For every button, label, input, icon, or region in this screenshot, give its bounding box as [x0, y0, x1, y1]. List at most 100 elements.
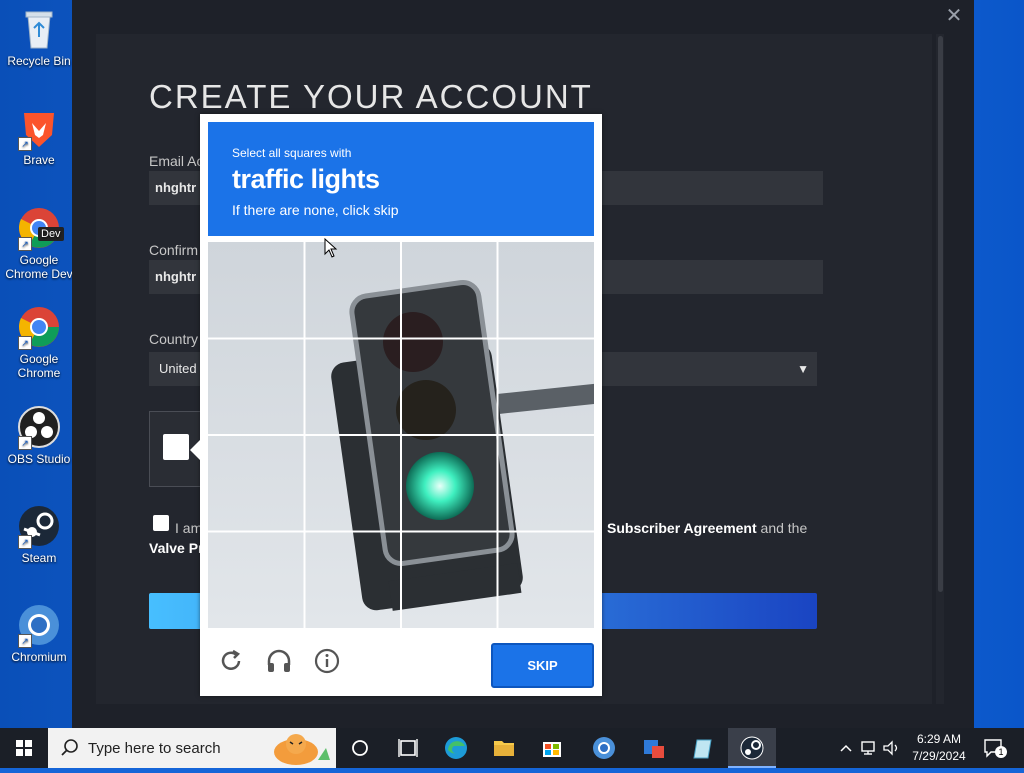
steam-icon	[740, 736, 764, 760]
start-button[interactable]	[0, 728, 48, 768]
desktop-icon-label: Brave	[23, 153, 55, 167]
shortcut-arrow-icon: ↗	[18, 237, 32, 251]
cortana-button[interactable]	[336, 728, 384, 768]
network-icon	[861, 741, 875, 755]
steam-icon: ↗	[16, 503, 62, 549]
taskbar-store[interactable]	[528, 728, 576, 768]
grid-cell[interactable]	[208, 242, 304, 338]
info-icon[interactable]	[312, 646, 342, 676]
edge-icon	[445, 737, 467, 759]
grid-cell[interactable]	[402, 436, 498, 532]
hcaptcha-challenge: Select all squares with traffic lights I…	[190, 114, 602, 696]
grid-cell[interactable]	[499, 436, 594, 532]
task-view-icon	[398, 739, 418, 757]
scrollbar-thumb[interactable]	[938, 36, 943, 592]
grid-cell[interactable]	[305, 242, 401, 338]
recycle-bin-icon	[16, 6, 62, 52]
volume-icon	[883, 740, 898, 756]
task-view-button[interactable]	[384, 728, 432, 768]
grid-cell[interactable]	[402, 533, 498, 628]
challenge-image-grid	[208, 242, 594, 628]
grid-cell[interactable]	[208, 339, 304, 435]
subscriber-agreement-link[interactable]: Subscriber Agreement	[607, 520, 757, 536]
shortcut-arrow-icon: ↗	[18, 634, 32, 648]
folder-icon	[494, 741, 514, 756]
grid-cell[interactable]	[499, 533, 594, 628]
grid-cell[interactable]	[208, 533, 304, 628]
app-icon	[644, 740, 664, 758]
network-button[interactable]	[860, 738, 880, 761]
notepad-icon	[693, 739, 712, 759]
prompt-target: traffic lights	[232, 164, 380, 194]
email-label: Email Ac	[149, 153, 204, 169]
agree-suffix: and the	[760, 520, 808, 536]
volume-button[interactable]	[882, 738, 902, 761]
desktop-icon-label: Chrome Dev	[5, 267, 73, 281]
taskbar-file-explorer[interactable]	[480, 728, 528, 768]
page-title: CREATE YOUR ACCOUNT	[149, 78, 593, 115]
grid-cell[interactable]	[402, 339, 498, 435]
desktop-icon-label: Chrome	[17, 366, 61, 380]
show-hidden-icons-button[interactable]	[838, 738, 854, 761]
taskbar-app[interactable]	[630, 728, 678, 768]
chromium-icon	[593, 737, 615, 759]
search-highlight-tiger-icon	[260, 730, 334, 766]
taskbar-search-box[interactable]: Type here to search	[48, 728, 336, 768]
desktop-icon-steam[interactable]: ↗ Steam	[0, 503, 78, 565]
country-select-value: United	[159, 361, 197, 376]
valve-privacy-link[interactable]: Valve Pr	[149, 540, 204, 556]
clock-date: 7/29/2024	[912, 749, 966, 763]
system-clock[interactable]: 6:29 AM 7/29/2024	[900, 731, 978, 765]
chevron-up-icon	[840, 744, 852, 752]
prompt-instruction: Select all squares with	[232, 146, 352, 160]
dev-badge: Dev	[38, 227, 64, 241]
taskbar-chromium[interactable]	[580, 728, 628, 768]
search-icon	[61, 739, 78, 756]
agree-link-ssa-wrap: Subscriber Agreement and the	[607, 518, 807, 538]
grid-cell[interactable]	[499, 242, 594, 338]
store-icon	[543, 742, 561, 757]
cortana-icon	[352, 740, 368, 756]
country-label: Country	[149, 331, 199, 347]
refresh-icon[interactable]	[216, 646, 246, 676]
clock-time: 6:29 AM	[916, 732, 962, 746]
confirm-email-label: Confirm	[149, 242, 199, 258]
notifications-button[interactable]: 1	[982, 736, 1007, 760]
grid-cell[interactable]	[208, 436, 304, 532]
desktop-icon-chrome-dev[interactable]: Dev ↗ Google Chrome Dev	[0, 205, 78, 281]
windows-logo-icon	[16, 740, 32, 756]
chrome-icon: ↗	[16, 304, 62, 350]
grid-cell[interactable]	[402, 242, 498, 338]
mouse-cursor	[324, 237, 338, 263]
desktop-icon-obs[interactable]: ↗ OBS Studio	[0, 404, 78, 466]
captcha-checkbox[interactable]	[163, 434, 189, 460]
desktop-icon-label: Steam	[21, 551, 57, 565]
desktop-icon-label: OBS Studio	[7, 452, 71, 466]
taskbar-edge[interactable]	[432, 728, 480, 768]
chromium-icon: ↗	[16, 602, 62, 648]
taskbar-steam[interactable]	[728, 728, 776, 768]
challenge-prompt: Select all squares with traffic lights I…	[208, 122, 594, 236]
prompt-hint: If there are none, click skip	[232, 202, 399, 218]
desktop-icon-brave[interactable]: ↗ Brave	[0, 105, 78, 167]
desktop-icon-label: Google	[19, 253, 59, 267]
grid-cell[interactable]	[305, 436, 401, 532]
desktop-icon-recycle-bin[interactable]: Recycle Bin	[0, 6, 78, 68]
grid-cell[interactable]	[305, 339, 401, 435]
shortcut-arrow-icon: ↗	[18, 535, 32, 549]
close-icon[interactable]: ✕	[942, 4, 966, 28]
obs-icon: ↗	[16, 404, 62, 450]
brave-icon: ↗	[16, 105, 62, 151]
challenge-pointer	[190, 440, 200, 460]
grid-cell[interactable]	[305, 533, 401, 628]
taskbar-notepad[interactable]	[680, 728, 728, 768]
challenge-footer: SKIP	[208, 634, 594, 690]
shortcut-arrow-icon: ↗	[18, 336, 32, 350]
skip-button[interactable]: SKIP	[491, 643, 594, 688]
notification-count-badge: 1	[995, 746, 1007, 758]
agree-prefix: I am	[175, 520, 203, 536]
headphones-icon[interactable]	[264, 646, 294, 676]
desktop-icon-chrome[interactable]: ↗ Google Chrome	[0, 304, 78, 380]
grid-cell[interactable]	[499, 339, 594, 435]
desktop-icon-chromium[interactable]: ↗ Chromium	[0, 602, 78, 664]
